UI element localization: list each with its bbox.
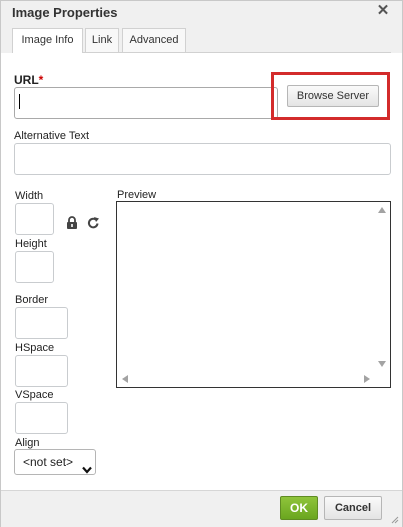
ok-button[interactable]: OK <box>280 496 318 520</box>
preview-horizontal-scrollbar[interactable] <box>117 372 375 387</box>
hspace-input[interactable] <box>15 355 68 387</box>
url-label: URL* <box>14 73 43 87</box>
dialog-title: Image Properties <box>12 5 118 20</box>
hspace-label: HSpace <box>15 342 55 354</box>
preview-box <box>116 201 391 388</box>
align-select-value: <not set> <box>23 455 74 469</box>
tab-image-info[interactable]: Image Info <box>12 28 83 53</box>
align-label: Align <box>15 437 40 449</box>
preview-label: Preview <box>117 189 157 201</box>
tab-advanced[interactable]: Advanced <box>122 28 186 52</box>
width-label: Width <box>15 190 44 202</box>
required-marker: * <box>38 73 44 87</box>
dialog-titlebar[interactable]: Image Properties ✕ <box>1 1 402 24</box>
lock-icon[interactable] <box>66 216 80 230</box>
scroll-down-icon[interactable] <box>378 361 386 367</box>
tab-image-info-label: Image Info <box>21 34 74 46</box>
scroll-right-icon[interactable] <box>364 375 370 383</box>
border-label: Border <box>15 294 49 306</box>
tab-advanced-label: Advanced <box>129 34 179 46</box>
height-input[interactable] <box>15 251 54 283</box>
close-icon[interactable]: ✕ <box>376 3 390 19</box>
alt-text-label: Alternative Text <box>14 130 90 142</box>
scroll-up-icon[interactable] <box>378 207 386 213</box>
preview-vertical-scrollbar[interactable] <box>375 202 390 372</box>
scroll-left-icon[interactable] <box>122 375 128 383</box>
width-input[interactable] <box>15 203 54 235</box>
vspace-input[interactable] <box>15 402 68 434</box>
alt-text-input[interactable] <box>14 143 391 175</box>
vspace-label: VSpace <box>15 389 54 401</box>
url-input[interactable] <box>14 87 278 119</box>
height-label: Height <box>15 238 47 250</box>
browse-server-button[interactable]: Browse Server <box>287 85 379 107</box>
text-caret <box>19 94 20 109</box>
image-properties-dialog: Image Properties ✕ Image Info Link Advan… <box>0 0 403 527</box>
url-label-text: URL <box>14 73 39 87</box>
reset-size-icon[interactable] <box>87 216 101 230</box>
tab-link[interactable]: Link <box>85 28 119 52</box>
chevron-down-icon <box>82 458 92 482</box>
cancel-button[interactable]: Cancel <box>324 496 382 520</box>
border-input[interactable] <box>15 307 68 339</box>
resize-grip-icon[interactable] <box>391 515 399 524</box>
align-select[interactable]: <not set> <box>14 449 96 475</box>
tab-link-label: Link <box>91 34 113 46</box>
